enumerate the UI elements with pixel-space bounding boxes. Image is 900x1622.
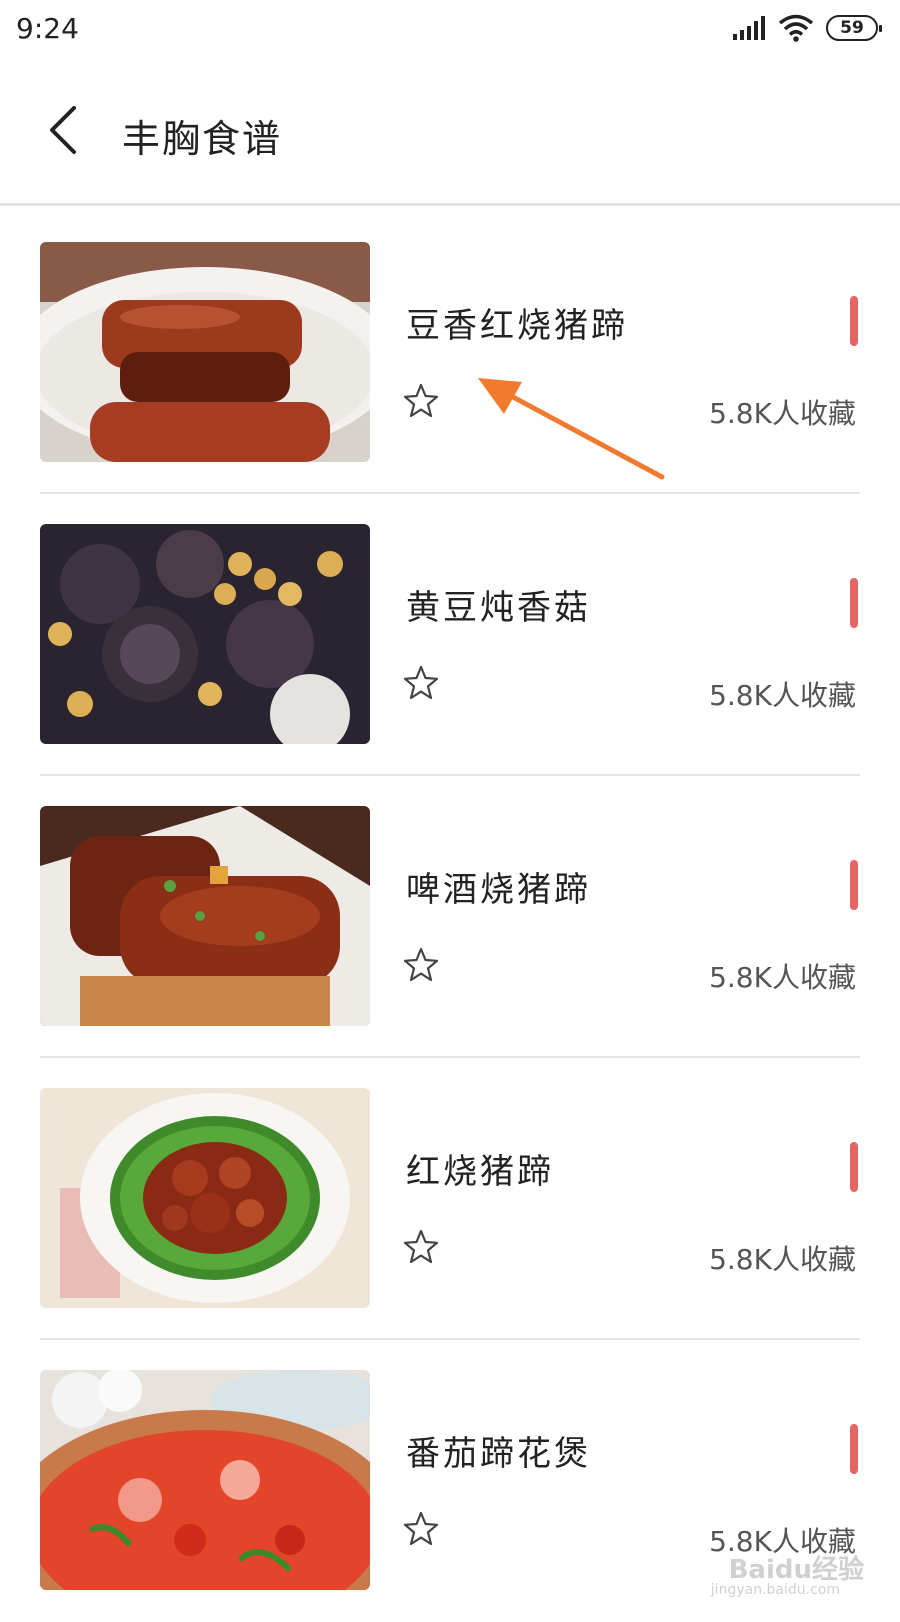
star-icon[interactable] [402, 1228, 440, 1266]
star-icon[interactable] [402, 946, 440, 984]
favorites-count: 5.8K人收藏 [709, 392, 856, 432]
wifi-icon [778, 14, 814, 42]
status-bar: 9:24 59 [0, 0, 900, 62]
accent-bar [850, 860, 858, 910]
recipe-title[interactable]: 豆香红烧猪蹄 [406, 298, 628, 347]
recipe-title[interactable]: 红烧猪蹄 [406, 1144, 554, 1193]
status-icons: 59 [732, 14, 878, 42]
favorites-count: 5.8K人收藏 [709, 674, 856, 714]
recipe-image[interactable] [40, 242, 370, 462]
favorites-count: 5.8K人收藏 [709, 1238, 856, 1278]
accent-bar [850, 296, 858, 346]
recipe-image[interactable] [40, 1370, 370, 1590]
signal-icon [732, 15, 766, 41]
status-time: 9:24 [16, 12, 79, 45]
recipe-title[interactable]: 啤酒烧猪蹄 [406, 862, 591, 911]
watermark: Baidu经验 [729, 1549, 864, 1586]
star-icon[interactable] [402, 382, 440, 420]
recipe-item[interactable]: 啤酒烧猪蹄 5.8K人收藏 [40, 770, 860, 1058]
recipe-item[interactable]: 红烧猪蹄 5.8K人收藏 [40, 1052, 860, 1340]
recipe-item[interactable]: 黄豆炖香菇 5.8K人收藏 [40, 488, 860, 776]
recipe-item[interactable]: 豆香红烧猪蹄 5.8K人收藏 [40, 206, 860, 494]
accent-bar [850, 578, 858, 628]
arrow-annotation [470, 372, 670, 482]
favorites-count: 5.8K人收藏 [709, 956, 856, 996]
star-icon[interactable] [402, 1510, 440, 1548]
accent-bar [850, 1424, 858, 1474]
battery-icon: 59 [826, 15, 878, 41]
recipe-title[interactable]: 番茄蹄花煲 [406, 1426, 591, 1475]
accent-bar [850, 1142, 858, 1192]
watermark-url: jingyan.baidu.com [711, 1582, 840, 1598]
app-header: 丰胸食谱 [0, 62, 900, 206]
page-title: 丰胸食谱 [122, 108, 282, 163]
recipe-title[interactable]: 黄豆炖香菇 [406, 580, 591, 629]
star-icon[interactable] [402, 664, 440, 702]
recipe-image[interactable] [40, 806, 370, 1026]
chevron-left-icon[interactable] [44, 104, 84, 156]
battery-level: 59 [840, 18, 864, 38]
recipe-image[interactable] [40, 524, 370, 744]
recipe-image[interactable] [40, 1088, 370, 1308]
